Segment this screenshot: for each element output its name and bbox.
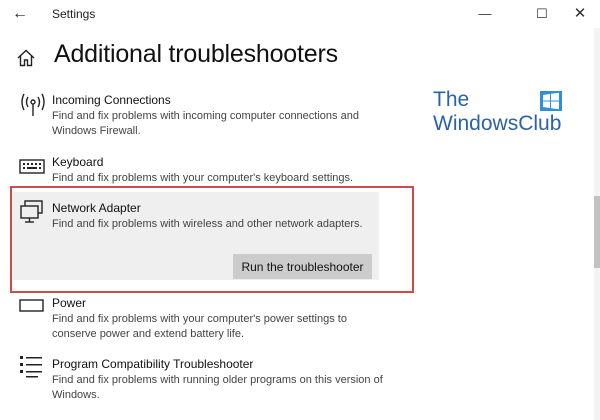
item-name-incoming-connections[interactable]: Incoming Connections — [52, 93, 171, 107]
back-arrow-icon[interactable]: ← — [8, 4, 32, 24]
logo-line-1: The — [433, 88, 470, 111]
thewindowsclub-logo: The WindowsClub — [433, 88, 573, 138]
home-icon[interactable] — [16, 48, 36, 68]
highlight-annotation-box — [10, 186, 414, 293]
battery-icon — [19, 299, 44, 312]
windows-flag-icon — [540, 91, 562, 111]
close-button[interactable]: ✕ — [565, 3, 595, 25]
logo-line-2: WindowsClub — [433, 112, 562, 135]
program-list-icon — [20, 356, 42, 378]
keyboard-icon — [19, 159, 45, 174]
window-title: Settings — [52, 7, 96, 21]
minimize-button[interactable]: — — [470, 3, 500, 25]
item-description-incoming-connections: Find and fix problems with incoming comp… — [52, 110, 359, 137]
item-description-keyboard: Find and fix problems with your computer… — [52, 172, 354, 184]
maximize-button[interactable]: ☐ — [527, 3, 557, 25]
item-description-power: Find and fix problems with your computer… — [52, 313, 347, 340]
item-name-keyboard[interactable]: Keyboard — [52, 155, 103, 169]
item-description-program-compatibility: Find and fix problems with running older… — [52, 374, 383, 401]
page-title: Additional troubleshooters — [54, 40, 338, 68]
title-bar: ← Settings — ☐ ✕ — [0, 0, 600, 28]
item-name-power[interactable]: Power — [52, 296, 86, 310]
antenna-icon — [21, 93, 45, 116]
scrollbar-thumb[interactable] — [594, 196, 600, 268]
item-name-program-compatibility[interactable]: Program Compatibility Troubleshooter — [52, 357, 253, 371]
